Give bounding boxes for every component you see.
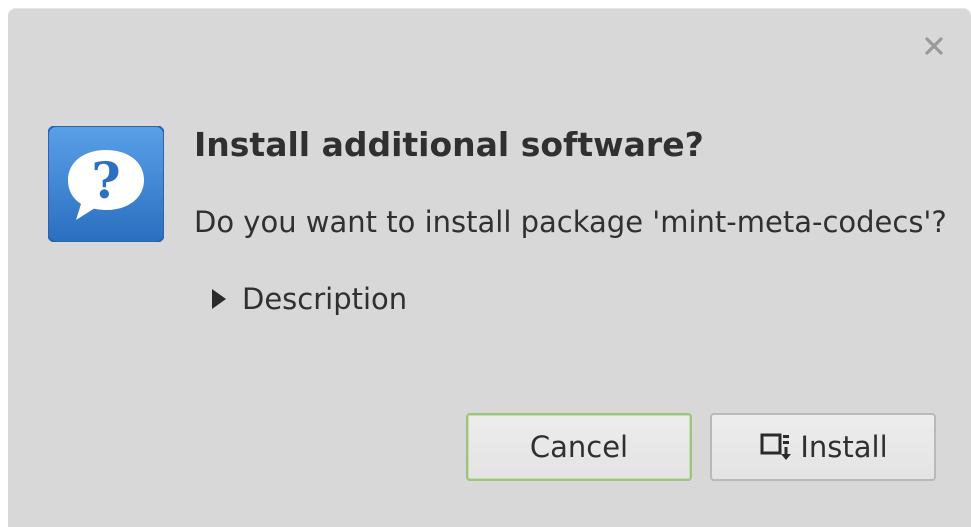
expander-label: Description	[242, 282, 408, 316]
expander-arrow-icon	[212, 289, 226, 309]
close-icon	[925, 37, 943, 55]
cancel-button[interactable]: Cancel	[466, 413, 692, 481]
question-icon: ?	[48, 126, 164, 242]
description-expander[interactable]: Description	[210, 282, 407, 316]
dialog-title: Install additional software?	[194, 125, 704, 164]
install-button[interactable]: Install	[710, 413, 936, 481]
close-button[interactable]	[920, 32, 948, 60]
cancel-button-label: Cancel	[529, 430, 629, 464]
dialog-message: Do you want to install package 'mint-met…	[194, 205, 947, 239]
install-button-label: Install	[800, 430, 888, 464]
svg-text:?: ?	[91, 151, 120, 210]
install-dialog: ? Install additional software? Do you wa…	[8, 8, 971, 527]
package-install-icon	[760, 433, 792, 460]
